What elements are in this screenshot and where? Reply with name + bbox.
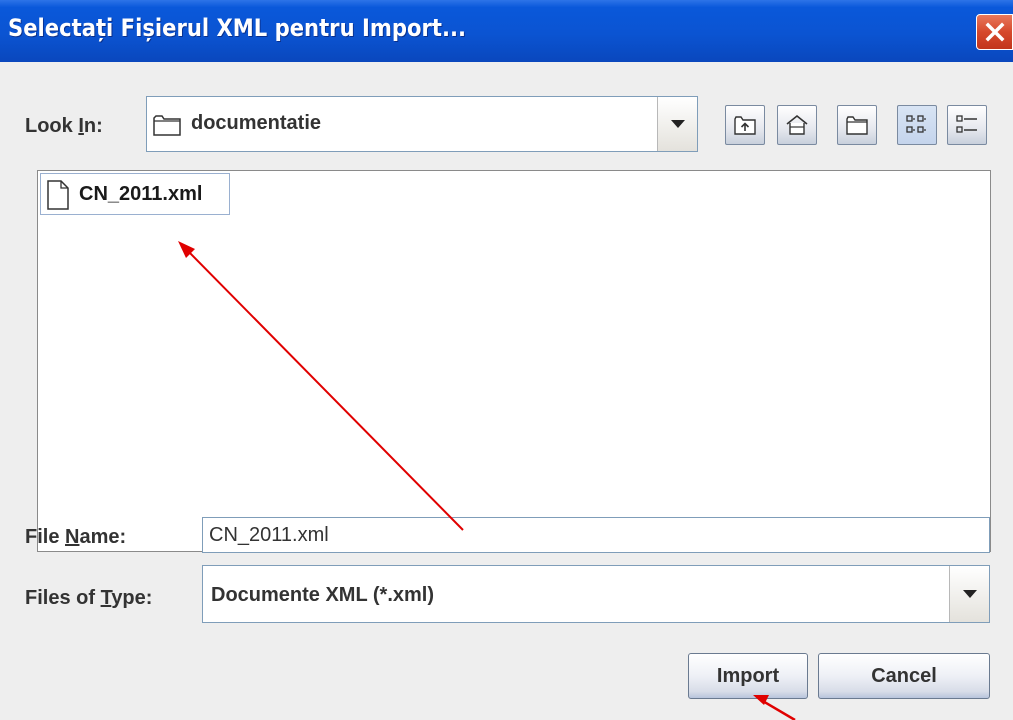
look-in-combo[interactable]: documentatie: [146, 96, 698, 152]
window-title: Selectați Fișierul XML pentru Import...: [8, 14, 467, 42]
folder-icon: [153, 115, 181, 136]
import-button[interactable]: Import: [688, 653, 808, 699]
file-type-value: Documente XML (*.xml): [211, 584, 434, 606]
file-name-input[interactable]: [202, 517, 990, 553]
chevron-down-icon: [671, 120, 685, 128]
title-bar: Selectați Fișierul XML pentru Import...: [0, 0, 1013, 62]
close-icon: [985, 22, 1005, 42]
cancel-button[interactable]: Cancel: [818, 653, 990, 699]
new-folder-button[interactable]: [837, 105, 877, 145]
up-one-level-icon: [734, 116, 756, 135]
file-type-combo[interactable]: Documente XML (*.xml): [202, 565, 990, 623]
list-view-button[interactable]: [897, 105, 937, 145]
file-name-label: File Name:: [25, 526, 127, 548]
details-view-button[interactable]: [947, 105, 987, 145]
look-in-dropdown-button[interactable]: [657, 97, 697, 151]
up-one-level-button[interactable]: [725, 105, 765, 145]
list-view-icon: [906, 115, 926, 133]
dialog-body: Look In: documentatie CN_2011.xml File N…: [0, 62, 1013, 720]
file-icon: [47, 180, 69, 210]
look-in-label: Look In:: [25, 115, 103, 137]
file-list-item[interactable]: CN_2011.xml: [40, 173, 230, 215]
details-view-icon: [956, 115, 977, 133]
file-name: CN_2011.xml: [79, 183, 203, 205]
file-type-dropdown-button[interactable]: [949, 566, 989, 622]
file-type-label: Files of Type:: [25, 587, 153, 609]
chevron-down-icon: [963, 590, 977, 598]
new-folder-icon: [846, 116, 868, 135]
close-button[interactable]: [976, 14, 1013, 50]
home-icon: [786, 114, 808, 135]
file-list[interactable]: CN_2011.xml: [37, 170, 991, 552]
look-in-value: documentatie: [191, 112, 322, 134]
home-button[interactable]: [777, 105, 817, 145]
